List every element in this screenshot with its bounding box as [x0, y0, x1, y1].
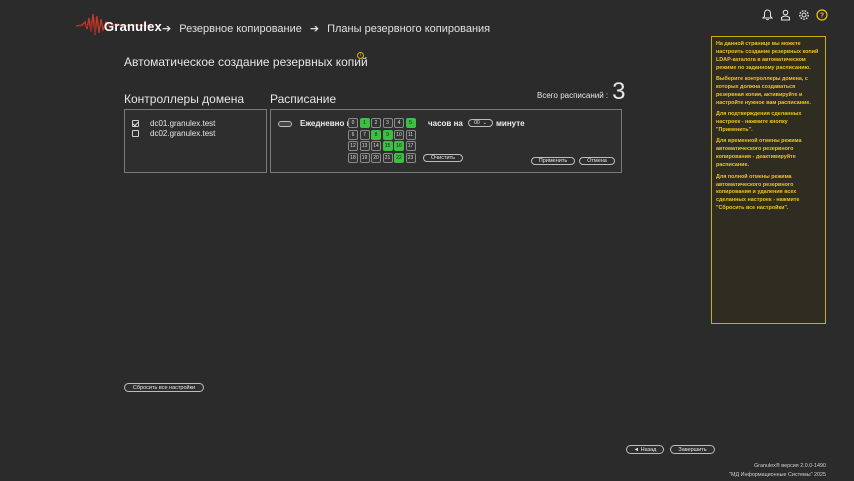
hour-cell[interactable]: 1 [359, 118, 370, 128]
checkbox-dc01[interactable] [132, 120, 139, 127]
svg-text:?: ? [819, 13, 823, 20]
cancel-button[interactable]: Отмена [579, 157, 615, 165]
schedule-total: Всего расписаний : 3 [537, 80, 626, 104]
breadcrumb: ➔ Резервное копирование ➔ Планы резервно… [154, 22, 490, 36]
reset-all-button[interactable]: Сбросить все настройки [124, 383, 204, 392]
minute-label: минуте [496, 119, 525, 128]
hour-cell[interactable]: 16 [394, 141, 404, 151]
schedule-panel: Ежедневно в 0 1 2 3 4 5 6 7 8 9 10 11 12 13 14 15 16 17 18… [270, 109, 622, 173]
hour-cell[interactable]: 2 [371, 118, 381, 128]
schedule-total-value: 3 [612, 78, 626, 105]
user-icon[interactable] [779, 8, 792, 22]
hour-cell[interactable]: 3 [382, 118, 393, 128]
hour-cell[interactable]: 23 [405, 152, 416, 163]
hour-cell[interactable]: 5 [405, 118, 416, 128]
list-item[interactable]: dc01.granulex.test [132, 119, 215, 128]
hour-cell[interactable]: 19 [359, 152, 370, 163]
back-button[interactable]: ◄ Назад [626, 445, 664, 454]
footer: Granulex® версия 2.0.0-1490 "МД Информац… [729, 462, 826, 479]
hour-cell[interactable]: 18 [348, 152, 358, 163]
schedule-title: Расписание [270, 92, 337, 106]
minute-select[interactable]: 00 ⌄ [468, 119, 493, 127]
arrow-right-icon: ➔ [162, 23, 172, 35]
help-paragraph: Для подтверждения сделанных настроек - н… [716, 111, 802, 134]
toolbar-icons: ? [761, 8, 828, 22]
hour-cell[interactable]: 9 [382, 129, 393, 140]
minute-value: 00 [474, 120, 480, 126]
company-text: "МД Информационные Системы" 2025 [729, 471, 826, 478]
daily-label: Ежедневно в [300, 119, 352, 128]
list-item[interactable]: dc02.granulex.test [132, 129, 215, 138]
hour-picker: 0 1 2 3 4 5 6 7 8 9 10 11 12 13 14 15 16 17 18 19 20 21 22 23 [348, 118, 419, 163]
breadcrumb-backup[interactable]: Резервное копирование [179, 23, 302, 35]
chevron-down-icon: ⌄ [482, 120, 487, 126]
hour-cell[interactable]: 17 [405, 141, 416, 151]
hour-cell[interactable]: 6 [348, 129, 358, 140]
help-paragraph: Для временной отмены режима автоматическ… [716, 138, 802, 169]
hour-cell[interactable]: 0 [348, 118, 358, 128]
breadcrumb-backup-plans[interactable]: Планы резервного копирования [327, 23, 490, 35]
help-paragraph: Для полной отмены режима автоматического… [716, 173, 800, 212]
arrow-right-icon: ➔ [309, 23, 320, 35]
hour-cell[interactable]: 10 [394, 129, 404, 140]
apply-button[interactable]: Применить [531, 157, 575, 165]
help-paragraph: На данной странице вы можете настроить с… [716, 41, 819, 71]
dc-name: dc02.granulex.test [150, 129, 216, 138]
page-title: Автоматическое создание резервных копий [124, 55, 368, 69]
hour-cell[interactable]: 8 [371, 129, 381, 140]
domain-controllers-title: Контроллеры домена [124, 92, 245, 106]
schedule-total-label: Всего расписаний : [537, 91, 609, 100]
hour-cell[interactable]: 13 [359, 141, 370, 151]
schedule-toggle[interactable] [278, 121, 292, 127]
hour-cell[interactable]: 20 [371, 152, 381, 163]
app-logo: Granulex [76, 10, 162, 40]
gear-icon[interactable] [797, 8, 810, 22]
help-paragraph: Выберите контроллеры домена, с которых д… [716, 76, 811, 106]
domain-controllers-panel: dc01.granulex.test dc02.granulex.test [124, 109, 267, 173]
hours-label: часов на [428, 119, 463, 128]
help-panel: На данной странице вы можете настроить с… [711, 36, 826, 324]
hour-cell[interactable]: 4 [394, 118, 404, 128]
bell-icon[interactable] [761, 8, 774, 22]
dc-name: dc01.granulex.test [150, 119, 216, 128]
hour-cell[interactable]: 21 [382, 152, 393, 163]
hour-cell[interactable]: 7 [359, 129, 370, 140]
clear-button[interactable]: Очистить [423, 154, 463, 162]
hour-cell[interactable]: 12 [348, 141, 358, 151]
hour-cell[interactable]: 15 [382, 141, 393, 151]
checkbox-dc02[interactable] [132, 130, 139, 137]
info-icon[interactable]: i [357, 52, 364, 59]
help-icon[interactable]: ? [815, 8, 828, 22]
hour-cell[interactable]: 11 [405, 129, 416, 140]
version-text: Granulex® версия 2.0.0-1490 [753, 463, 826, 469]
hour-cell[interactable]: 22 [394, 152, 404, 163]
finish-button[interactable]: Завершить [670, 445, 715, 454]
hour-cell[interactable]: 14 [371, 141, 381, 151]
